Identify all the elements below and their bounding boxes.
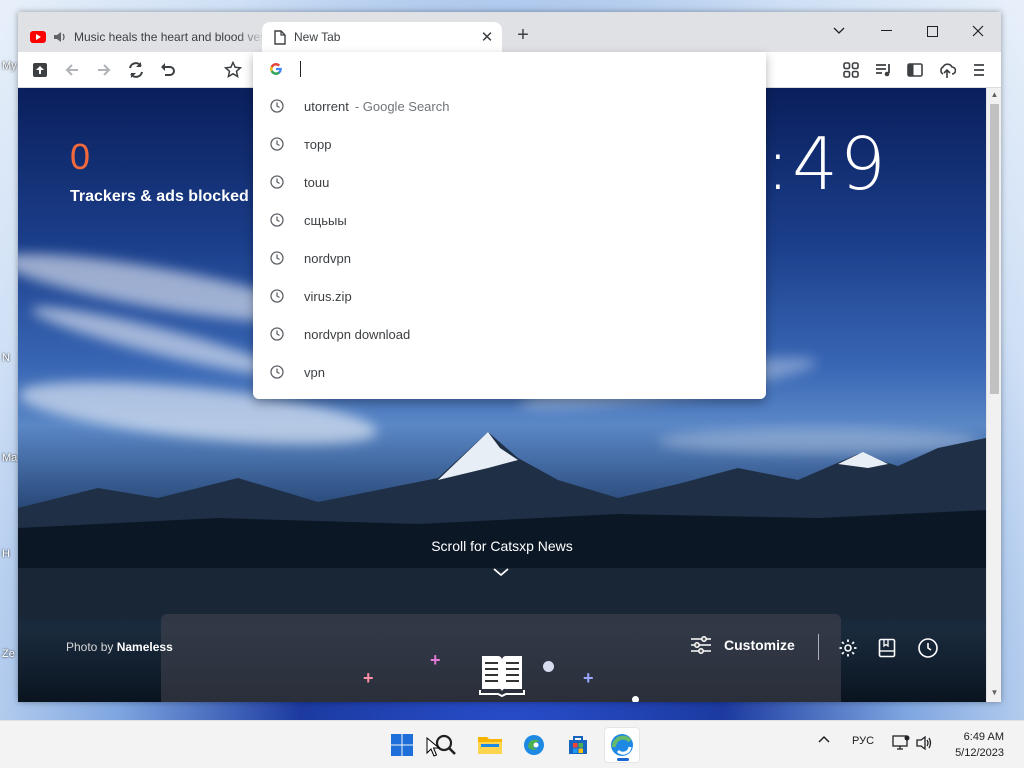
edge-browser-icon[interactable] [516,727,552,763]
customize-button[interactable]: Customize [690,636,795,654]
desktop-icon-label[interactable]: Ze [2,648,15,660]
volume-icon[interactable] [916,735,934,754]
forward-arrow-icon[interactable] [92,58,116,82]
suggestion-item[interactable]: vpn [253,353,766,391]
suggestion-item[interactable]: nordvpn download [253,315,766,353]
maximize-button[interactable] [909,16,955,46]
suggestion-text: сщьыы [304,212,347,228]
divider [818,634,819,660]
close-tab-icon[interactable]: ✕ [478,28,496,46]
customize-label: Customize [724,637,795,653]
settings-gear-icon[interactable] [836,636,860,660]
address-bar-input[interactable] [253,52,766,86]
back-arrow-icon[interactable] [60,58,84,82]
sidebar-toggle-icon[interactable] [903,58,927,82]
photo-credit[interactable]: Photo by Nameless [66,640,173,654]
suggestion-text: nordvpn [304,250,351,266]
google-icon [270,63,282,75]
reload-icon[interactable] [124,58,148,82]
system-clock[interactable]: 6:49 AM 5/12/2023 [955,729,1004,761]
scroll-up-arrow-icon[interactable]: ▲ [987,90,1001,104]
sparkle-decoration: + [363,668,374,688]
desktop-icon-label[interactable]: N [2,352,10,364]
sparkle-decoration: + [583,668,594,688]
suggestion-text: virus.zip [304,288,352,304]
open-book-icon[interactable] [478,650,526,698]
extensions-grid-icon[interactable] [839,58,863,82]
mouse-cursor-icon [426,737,440,757]
tab-new-tab[interactable]: New Tab ✕ [262,22,502,52]
tab-title: New Tab [294,30,341,44]
trackers-count: 0 [70,136,91,177]
new-tab-button[interactable]: + [512,25,534,47]
input-language[interactable]: РУС [852,735,874,747]
start-windows-icon[interactable] [384,727,420,763]
close-window-button[interactable] [955,16,1001,46]
desktop-icon-label[interactable]: Ma [2,452,17,464]
dot-decoration [632,696,639,702]
suggestion-item[interactable]: торр [253,125,766,163]
undo-icon[interactable] [156,58,180,82]
store-icon[interactable] [560,727,596,763]
desktop-icon-label[interactable]: My [2,60,17,72]
history-clock-icon [270,213,286,227]
tab-search-chevron-icon[interactable] [816,16,862,46]
history-clock-icon [270,365,286,379]
suggestion-text: nordvpn download [304,326,411,342]
cloud-sync-icon[interactable] [935,58,959,82]
bookmark-star-icon[interactable] [221,58,245,82]
suggestion-item[interactable]: touu [253,163,766,201]
network-icon[interactable] [892,735,910,754]
scroll-down-arrow-icon[interactable]: ▼ [987,688,1001,702]
scrollbar-thumb[interactable] [990,104,999,394]
menu-icon[interactable] [967,58,991,82]
suggestion-text: touu [304,174,330,190]
trackers-label: Trackers & ads blocked [70,188,249,205]
tab-strip: Music heals the heart and blood vessels … [18,12,1001,52]
history-clock-icon [270,289,286,303]
history-clock-icon [270,175,286,189]
suggestion-text: utorrent [304,98,349,114]
upload-icon[interactable] [28,58,52,82]
photo-credit-prefix: Photo by [66,640,114,654]
suggestion-text: vpn [304,364,325,380]
desktop-icon-label[interactable]: H [2,548,10,560]
history-clock-icon [270,327,286,341]
sliders-icon [691,636,711,654]
suggestion-subtext: - Google Search [354,98,450,114]
dot-decoration [543,661,554,672]
system-time: 6:49 AM [963,731,1004,743]
tab-music[interactable]: Music heals the heart and blood vessels [30,22,266,52]
catsxp-browser-icon[interactable] [604,727,640,763]
suggestion-text: торр [304,136,332,152]
chevron-down-icon[interactable] [492,564,510,582]
minimize-button[interactable] [863,16,909,46]
page-scrollbar[interactable]: ▲ ▼ [986,88,1001,702]
bookmarks-icon[interactable] [875,636,899,660]
sparkle-decoration: + [430,650,441,670]
history-clock-icon [270,251,286,265]
history-icon[interactable] [916,636,940,660]
file-explorer-icon[interactable] [472,727,508,763]
taskbar: РУС 6:49 AM 5/12/2023 [0,720,1024,768]
mountain-landscape [18,432,986,618]
system-date: 5/12/2023 [955,747,1004,759]
scroll-for-news-label[interactable]: Scroll for Catsxp News [18,538,986,554]
suggestion-item[interactable]: сщьыы [253,201,766,239]
text-caret [300,61,301,77]
active-app-indicator [617,758,629,761]
suggestion-item[interactable]: virus.zip [253,277,766,315]
history-clock-icon [270,137,286,151]
suggestion-item[interactable]: nordvpn [253,239,766,277]
chevron-up-icon[interactable] [818,734,830,746]
tab-title: Music heals the heart and blood vessels [74,30,266,44]
suggestion-item[interactable]: utorrent - Google Search [253,87,766,125]
photo-credit-author: Nameless [116,640,173,654]
page-icon [272,29,288,45]
audio-playing-icon[interactable] [52,29,68,45]
media-playlist-icon[interactable] [871,58,895,82]
youtube-icon [30,29,46,45]
history-clock-icon [270,99,286,113]
omnibox-dropdown: utorrent - Google Search торр touu сщьыы… [253,52,766,399]
